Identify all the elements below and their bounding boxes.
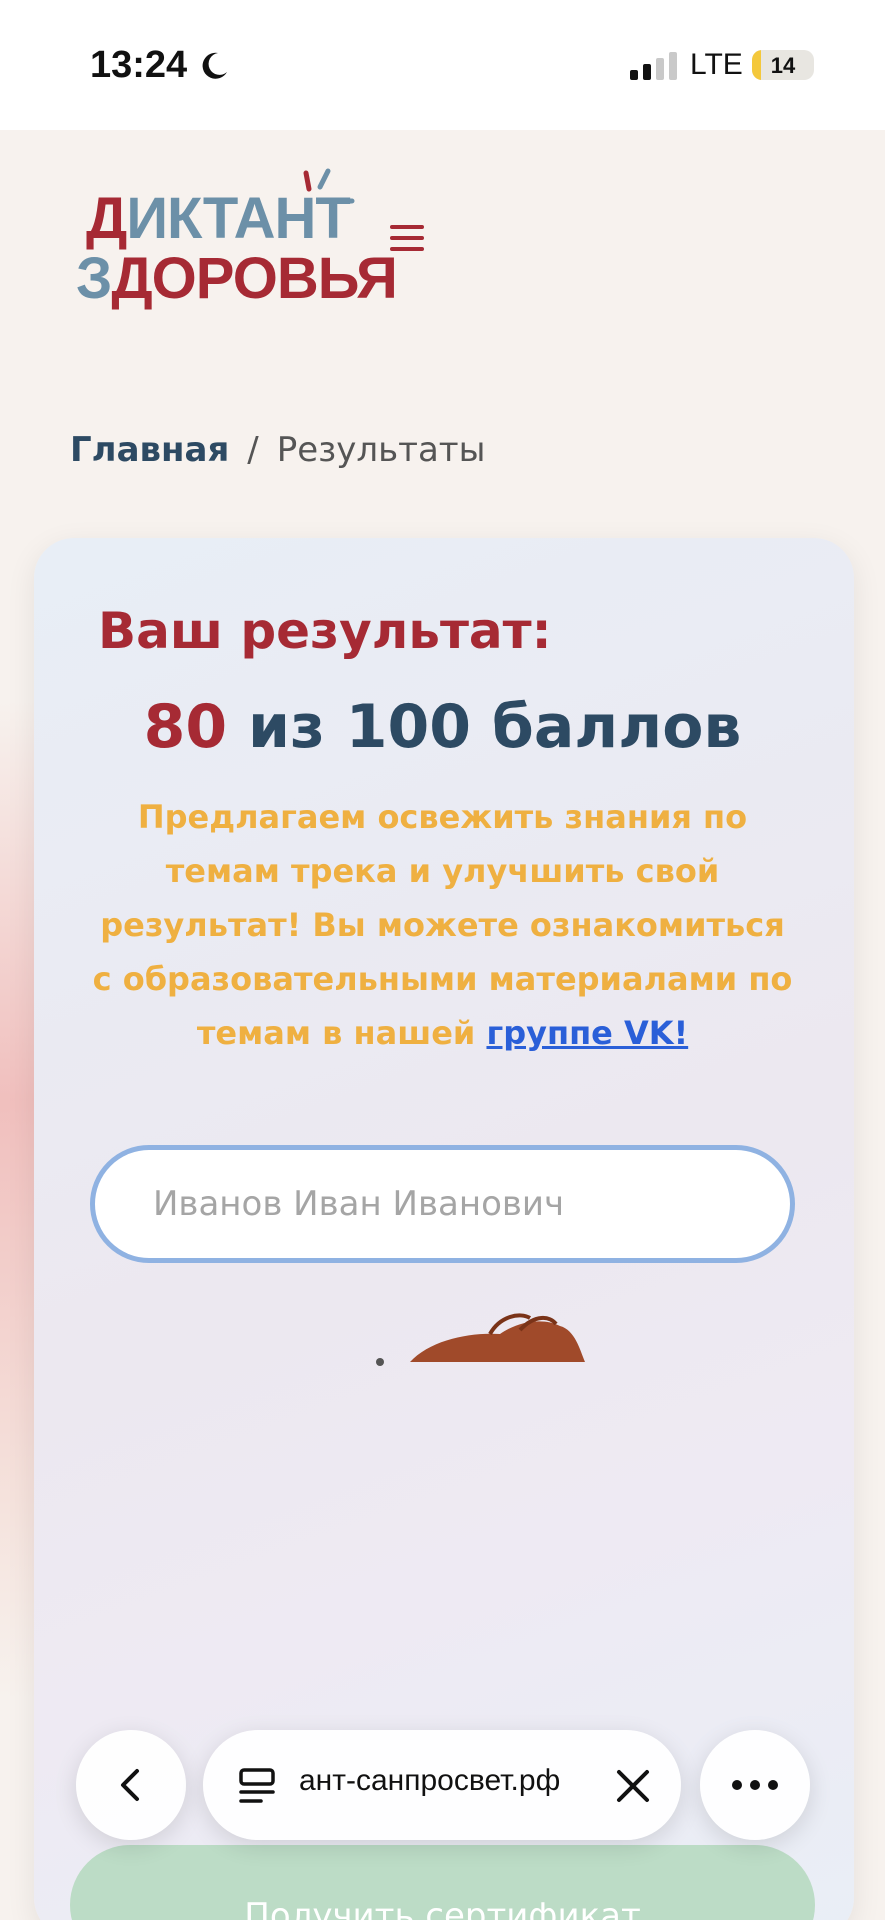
address-bar[interactable]: ант-санпросвет.рф [203,1730,681,1840]
network-label: LTE [690,48,743,81]
character-illustration [376,1313,585,1366]
score-value: 80 [143,692,228,762]
promo-text: Предлагаем освежить знания по темам трек… [92,798,793,1052]
browser-toolbar: ант-санпросвет.рф [0,1730,885,1850]
back-button[interactable] [76,1730,186,1840]
more-button[interactable] [700,1730,810,1840]
hamburger-icon[interactable] [390,225,424,255]
breadcrumb-home[interactable]: Главная [70,430,229,470]
site-header: ДИКТАНТ ЗДОРОВЬЯ [0,130,885,350]
site-logo[interactable]: ДИКТАНТ ЗДОРОВЬЯ [76,165,398,315]
back-icon [121,1769,139,1801]
status-bar: 13:24 LTE 14 [0,0,885,130]
get-certificate-button[interactable]: Получить сертификат [70,1845,815,1920]
status-time: 13:24 [90,44,188,86]
signal-icon [630,52,677,80]
more-icon [732,1780,778,1790]
close-icon[interactable] [613,1766,653,1806]
url-text: ант-санпросвет.рф [299,1764,561,1797]
vk-group-link[interactable]: группе VK! [486,1014,688,1052]
moon-icon [202,52,227,79]
result-title: Ваш результат: [98,602,552,660]
logo-line2: ЗДОРОВЬЯ [76,246,398,311]
breadcrumb-separator: / [247,430,259,470]
breadcrumb: Главная / Результаты [70,430,485,470]
battery-level: 14 [770,53,796,78]
logo-sparkle-icon [303,168,355,204]
score-text: 80 из 100 баллов [0,692,885,762]
breadcrumb-current: Результаты [276,430,486,470]
battery-icon: 14 [752,50,814,80]
score-rest: из 100 баллов [227,692,742,762]
tabs-icon [239,1768,275,1803]
full-name-input[interactable] [90,1145,795,1263]
